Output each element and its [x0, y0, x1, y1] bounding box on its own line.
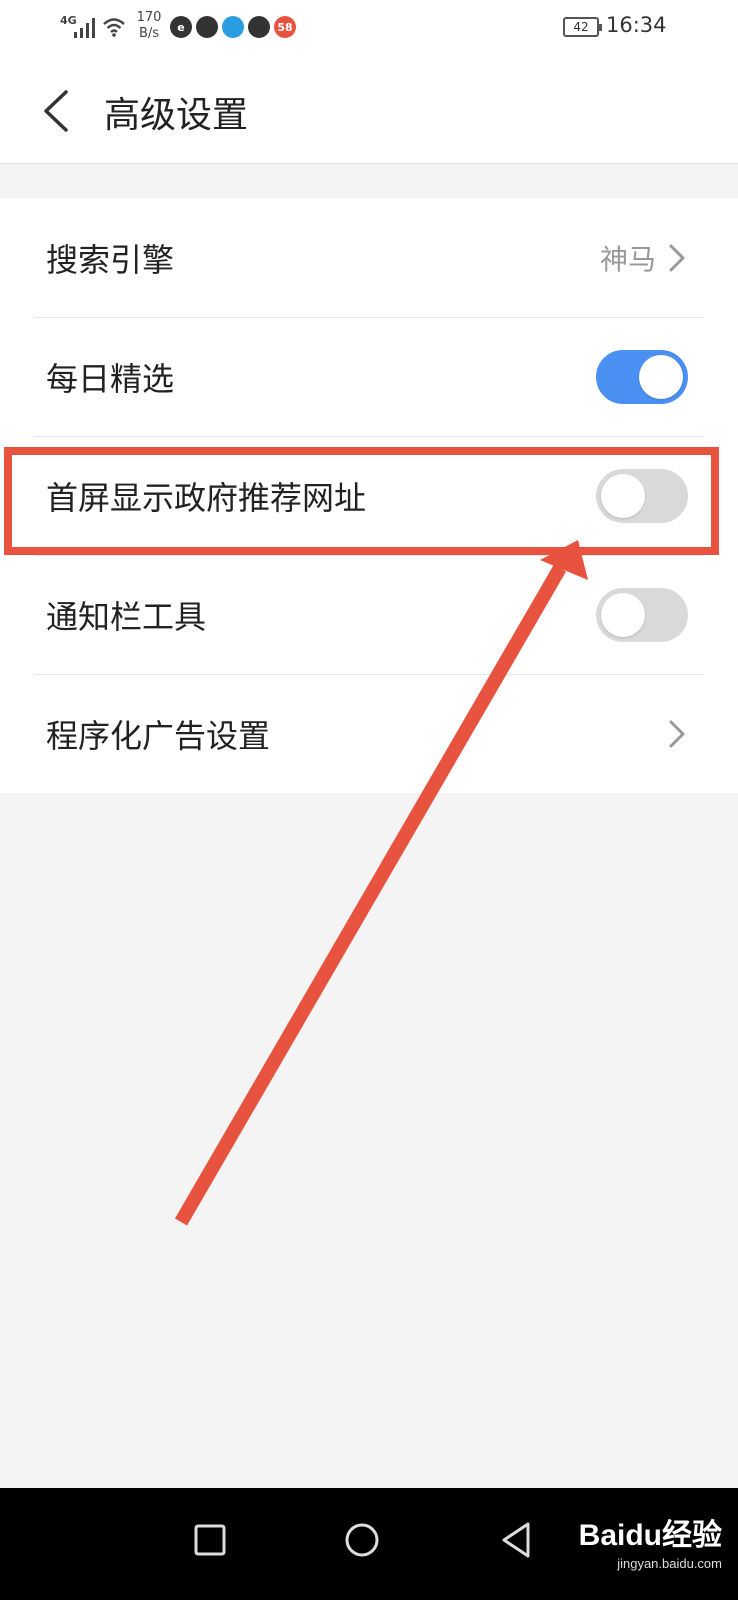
app-header: 高级设置 — [0, 56, 738, 164]
settings-row-label: 通知栏工具 — [46, 597, 207, 636]
colorful-app-icon — [222, 16, 244, 38]
signal-icon — [74, 18, 95, 38]
nav-back-icon[interactable] — [486, 1510, 546, 1570]
toggle-knob — [601, 592, 645, 637]
toggle-switch[interactable] — [596, 587, 688, 642]
wifi-icon — [103, 18, 125, 37]
aperture-app-icon — [196, 16, 218, 38]
settings-row-label: 每日精选 — [46, 359, 175, 398]
recent-apps-icon[interactable] — [180, 1510, 240, 1570]
settings-row[interactable]: 程序化广告设置 — [0, 674, 738, 793]
toggle-switch[interactable] — [596, 468, 688, 523]
settings-list: 搜索引擎 神马每日精选首屏显示政府推荐网址 通知栏工具程序化广告设置 — [0, 198, 738, 793]
settings-row-label: 程序化广告设置 — [46, 716, 271, 755]
settings-row[interactable]: 每日精选 — [0, 317, 738, 436]
notification-icons: e 58 — [170, 16, 296, 38]
settings-row-value: 神马 — [599, 242, 656, 276]
settings-row-label: 搜索引擎 — [46, 240, 175, 279]
system-nav-bar: Baidu经验 jingyan.baidu.com — [0, 1488, 738, 1600]
toggle-knob — [639, 354, 683, 399]
settings-row[interactable]: 通知栏工具 — [0, 555, 738, 674]
58-app-icon: 58 — [274, 16, 296, 38]
clock: 16:34 — [606, 13, 667, 37]
baidu-watermark-url: jingyan.baidu.com — [617, 1556, 722, 1571]
browser-app-icon: e — [170, 16, 192, 38]
chevron-right-icon — [669, 244, 685, 271]
settings-row[interactable]: 搜索引擎 神马 — [0, 198, 738, 317]
message-app-icon — [248, 16, 270, 38]
battery-icon: 42 — [563, 17, 602, 37]
status-bar: 4G 170 B/s e 58 42 16:34 — [0, 0, 738, 56]
back-arrow-icon[interactable] — [38, 88, 74, 134]
toggle-switch[interactable] — [596, 349, 688, 404]
page-title: 高级设置 — [104, 95, 249, 136]
network-speed: 170 B/s — [136, 10, 162, 41]
chevron-right-icon — [669, 720, 685, 747]
settings-row-label: 首屏显示政府推荐网址 — [46, 478, 367, 517]
settings-row[interactable]: 首屏显示政府推荐网址 — [0, 436, 738, 555]
toggle-knob — [601, 473, 645, 518]
home-icon[interactable] — [332, 1510, 392, 1570]
baidu-watermark: Baidu经验 — [578, 1519, 722, 1552]
